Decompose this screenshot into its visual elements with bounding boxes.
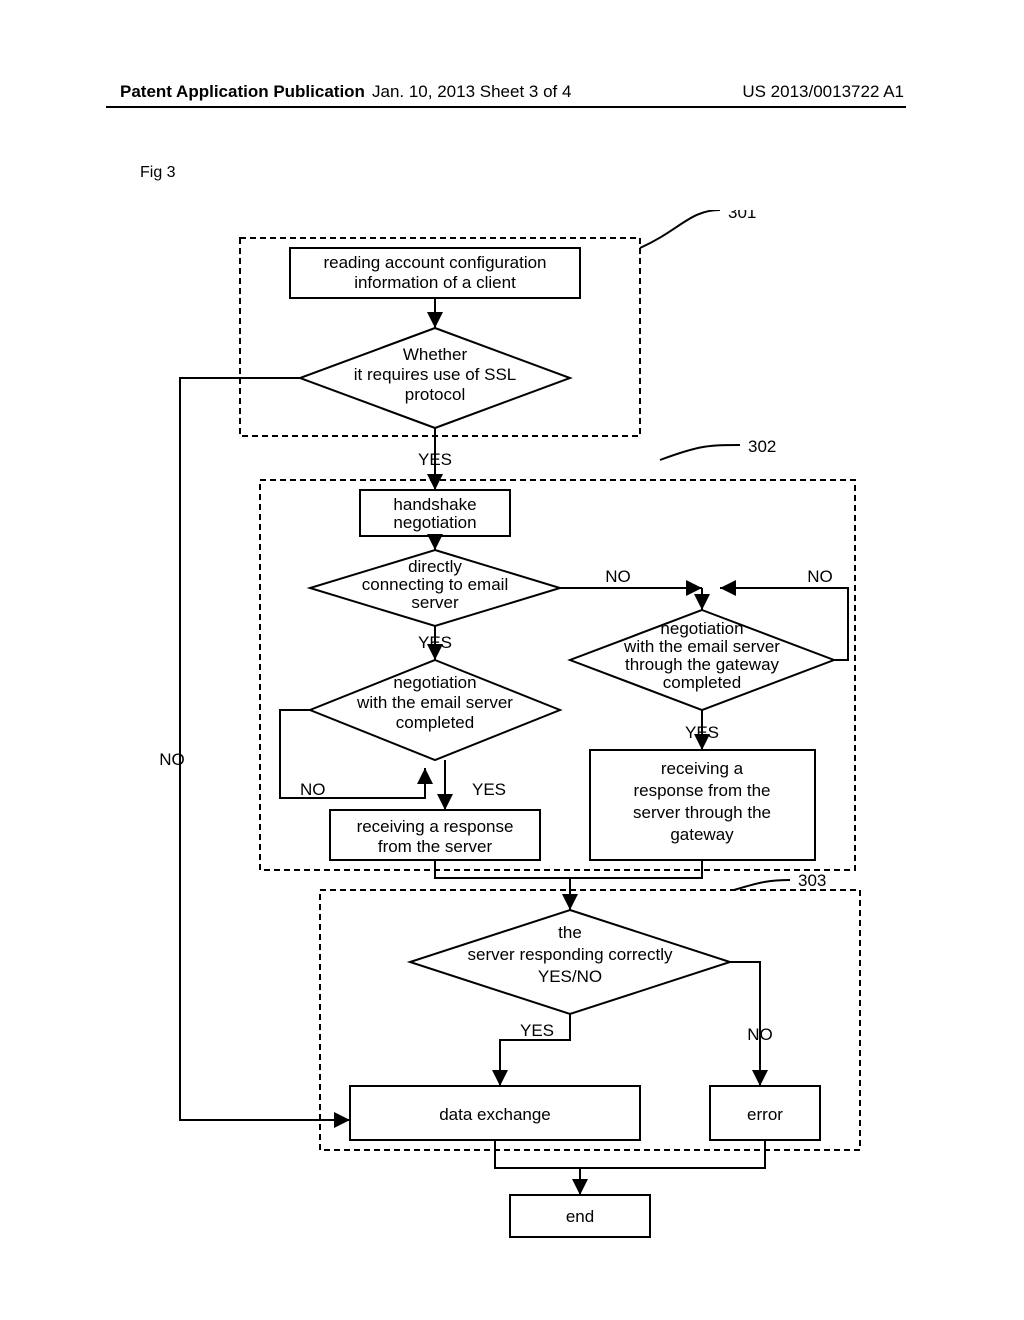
label-yes-directneg: YES	[472, 780, 506, 799]
svg-text:it requires use of SSL: it requires use of SSL	[354, 365, 517, 384]
svg-text:protocol: protocol	[405, 385, 465, 404]
svg-text:gateway: gateway	[670, 825, 734, 844]
svg-text:information of a client: information of a client	[354, 273, 516, 292]
header-rule	[106, 106, 906, 108]
svg-text:from the server: from the server	[378, 837, 493, 856]
svg-text:YES/NO: YES/NO	[538, 967, 602, 986]
label-yes-gateway: YES	[685, 723, 719, 742]
svg-text:receiving a response: receiving a response	[357, 817, 514, 836]
svg-text:reading account configuration: reading account configuration	[323, 253, 546, 272]
label-yes-direct: YES	[418, 633, 452, 652]
svg-text:server: server	[411, 593, 459, 612]
callout-303: 303	[798, 871, 826, 890]
svg-text:handshake: handshake	[393, 495, 476, 514]
svg-text:the: the	[558, 923, 582, 942]
header-middle: Jan. 10, 2013 Sheet 3 of 4	[372, 82, 571, 102]
callout-301: 301	[728, 210, 756, 222]
header-right: US 2013/0013722 A1	[742, 82, 904, 102]
callout-302: 302	[748, 437, 776, 456]
label-no-gateway: NO	[807, 567, 833, 586]
svg-text:with the email server: with the email server	[623, 637, 780, 656]
svg-text:negotiation: negotiation	[660, 619, 743, 638]
svg-text:negotiation: negotiation	[393, 513, 476, 532]
svg-text:data exchange: data exchange	[439, 1105, 551, 1124]
svg-text:error: error	[747, 1105, 783, 1124]
svg-text:completed: completed	[396, 713, 474, 732]
label-no-directneg: NO	[300, 780, 326, 799]
svg-text:response from the: response from the	[633, 781, 770, 800]
flowchart: 301 302 303 reading account configuratio…	[120, 210, 900, 1260]
svg-text:end: end	[566, 1207, 594, 1226]
svg-text:server responding correctly: server responding correctly	[467, 945, 673, 964]
svg-text:receiving a: receiving a	[661, 759, 744, 778]
figure-label: Fig 3	[140, 164, 176, 182]
svg-text:negotiation: negotiation	[393, 673, 476, 692]
label-no-resp: NO	[747, 1025, 773, 1044]
svg-text:server through the: server through the	[633, 803, 771, 822]
svg-text:through the gateway: through the gateway	[625, 655, 780, 674]
header-left: Patent Application Publication	[120, 82, 365, 102]
label-no-direct: NO	[605, 567, 631, 586]
svg-text:Whether: Whether	[403, 345, 468, 364]
svg-text:with the email server: with the email server	[356, 693, 513, 712]
label-no-ssl: NO	[159, 750, 185, 769]
svg-text:connecting to email: connecting to email	[362, 575, 508, 594]
svg-text:directly: directly	[408, 557, 462, 576]
label-yes-resp: YES	[520, 1021, 554, 1040]
svg-text:completed: completed	[663, 673, 741, 692]
label-yes-ssl: YES	[418, 450, 452, 469]
